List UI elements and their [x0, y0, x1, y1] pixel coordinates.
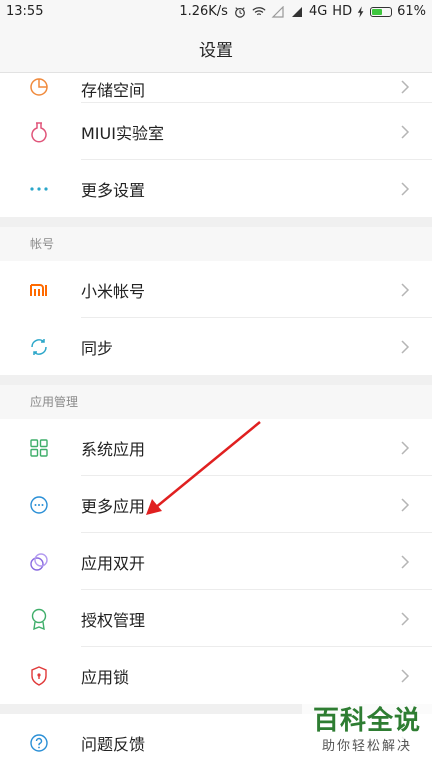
chevron-right-icon [401, 668, 410, 683]
mi-account-icon [29, 280, 49, 300]
settings-item-app-lock[interactable]: 应用锁 [0, 647, 432, 704]
settings-list[interactable]: 存储空间 MIUI实验室 更多设置 帐号 小米帐号 同步 应用管理 系统应用 更… [0, 73, 432, 771]
chevron-right-icon [401, 339, 410, 354]
settings-item-system-apps[interactable]: 系统应用 [0, 419, 432, 476]
page-title: 设置 [199, 40, 233, 61]
chevron-right-icon [401, 124, 410, 139]
group-general: 存储空间 MIUI实验室 更多设置 [0, 73, 432, 217]
group-app-management: 系统应用 更多应用 应用双开 授权管理 应用锁 [0, 419, 432, 704]
settings-item-dual-apps[interactable]: 应用双开 [0, 533, 432, 590]
settings-item-label: 同步 [81, 338, 114, 358]
chevron-right-icon [401, 611, 410, 626]
watermark: 百科全说 助你轻松解决 [302, 704, 432, 768]
section-header-app-management: 应用管理 [0, 385, 432, 419]
chevron-right-icon [401, 440, 410, 455]
signal-empty-icon [271, 5, 284, 18]
wifi-icon [252, 6, 266, 15]
battery-percent: 61% [397, 4, 426, 19]
settings-item-label: 更多应用 [81, 496, 146, 516]
settings-item-label: 应用锁 [81, 667, 130, 687]
settings-item-label: 更多设置 [81, 180, 146, 200]
more-apps-icon [29, 495, 49, 515]
title-bar: 设置 [0, 24, 432, 73]
chevron-right-icon [401, 554, 410, 569]
settings-item-miui-lab[interactable]: MIUI实验室 [0, 103, 432, 160]
settings-item-label: 授权管理 [81, 610, 146, 630]
settings-item-label: 存储空间 [81, 81, 146, 100]
grid-icon [29, 438, 49, 458]
battery-fill [372, 8, 383, 15]
settings-item-label: 小米帐号 [81, 281, 146, 301]
alarm-icon [235, 6, 245, 18]
settings-item-more-settings[interactable]: 更多设置 [0, 160, 432, 217]
signal-icon [291, 6, 302, 17]
network-type: 4G [308, 4, 328, 19]
settings-item-sync[interactable]: 同步 [0, 318, 432, 375]
lab-icon [29, 121, 49, 142]
chevron-right-icon [401, 181, 410, 196]
watermark-slogan: 助你轻松解决 [321, 739, 412, 754]
network-speed: 1.26K/s [179, 4, 228, 19]
hd-indicator: HD [332, 4, 353, 19]
group-account: 小米帐号 同步 [0, 261, 432, 375]
chevron-right-icon [401, 497, 410, 512]
chevron-right-icon [401, 80, 410, 94]
status-time: 13:55 [6, 4, 44, 19]
settings-item-label: 应用双开 [81, 553, 146, 573]
section-header-account: 帐号 [0, 227, 432, 261]
app-lock-icon [29, 665, 49, 686]
settings-item-label: 系统应用 [81, 439, 146, 459]
chevron-right-icon [401, 282, 410, 297]
feedback-icon [29, 733, 49, 753]
permission-icon [29, 608, 49, 630]
settings-item-storage[interactable]: 存储空间 [0, 73, 432, 103]
settings-item-label: MIUI实验室 [81, 123, 164, 143]
watermark-logo-text: 百科全说 [312, 706, 421, 736]
charging-icon [357, 5, 364, 18]
battery-icon [370, 6, 393, 17]
sync-icon [29, 337, 49, 357]
status-bar: 13:55 1.26K/s 4G HD 61% [0, 0, 432, 24]
more-dots-icon [29, 179, 49, 199]
settings-item-mi-account[interactable]: 小米帐号 [0, 261, 432, 318]
settings-item-permissions[interactable]: 授权管理 [0, 590, 432, 647]
settings-item-label: 问题反馈 [81, 734, 146, 754]
storage-icon [29, 77, 49, 97]
dual-apps-icon [29, 552, 49, 572]
status-right: 1.26K/s 4G HD 61% [179, 4, 426, 19]
settings-item-more-apps[interactable]: 更多应用 [0, 476, 432, 533]
battery [370, 6, 393, 17]
